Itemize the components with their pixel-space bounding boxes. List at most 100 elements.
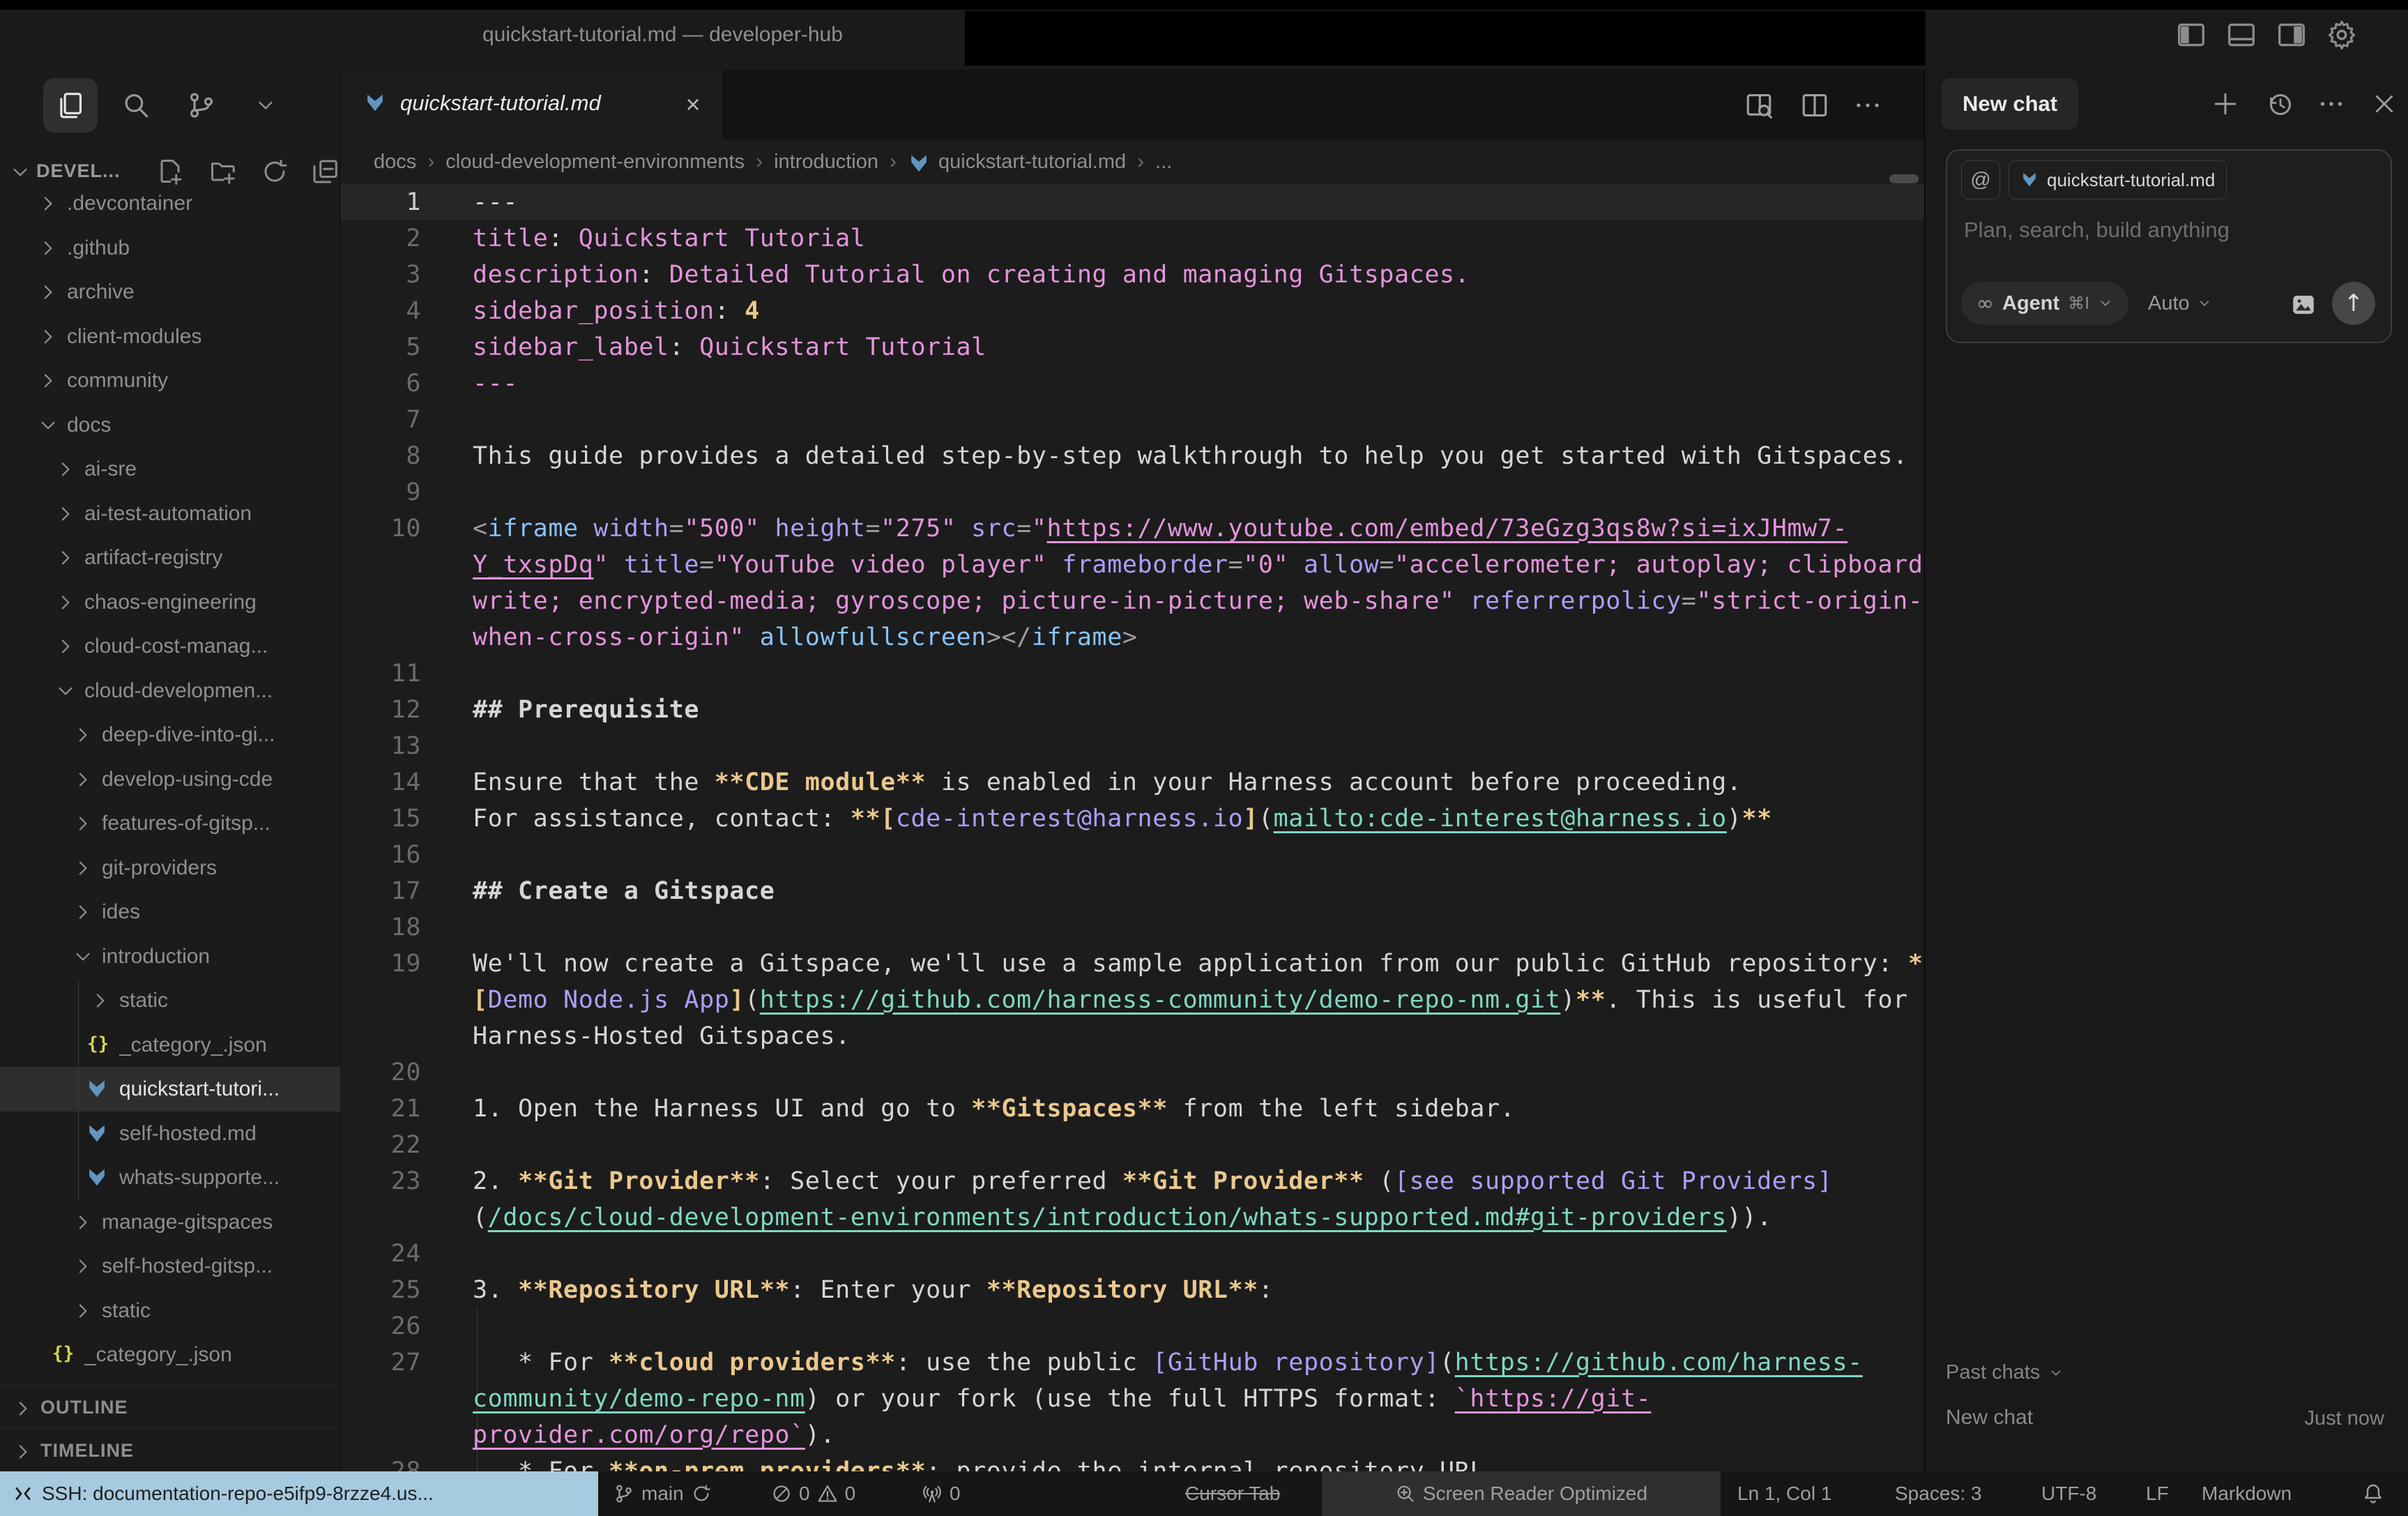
code-line-13[interactable]: 13: [340, 728, 1924, 764]
code-line-4[interactable]: 4sidebar_position: 4: [340, 293, 1924, 329]
tree-item-chaos-engineering[interactable]: chaos-engineering: [0, 580, 340, 625]
code-line-10-wrap2[interactable]: write; encrypted-media; gyroscope; pictu…: [340, 583, 1924, 619]
code-line-19-wrap2[interactable]: Harness-Hosted Gitspaces.: [340, 1018, 1924, 1054]
add-context-button[interactable]: @: [1961, 160, 2000, 199]
code-line-26[interactable]: 26: [340, 1308, 1924, 1344]
code-line-19-wrap1[interactable]: [Demo Node.js App](https://github.com/ha…: [340, 982, 1924, 1018]
code-line-14[interactable]: 14Ensure that the **CDE module** is enab…: [340, 764, 1924, 801]
more-actions-button[interactable]: [1852, 89, 1884, 121]
code-line-12[interactable]: 12## Prerequisite: [340, 692, 1924, 728]
code-line-19[interactable]: 19We'll now create a Gitspace, we'll use…: [340, 946, 1924, 982]
code-line-9[interactable]: 9: [340, 474, 1924, 510]
explorer-title[interactable]: DEVEL...: [36, 160, 121, 182]
context-chip[interactable]: quickstart-tutorial.md: [2009, 160, 2227, 199]
tree-item-cloud-cost-manag-[interactable]: cloud-cost-manag...: [0, 624, 340, 669]
tree-item-static[interactable]: static: [0, 978, 340, 1023]
activity-chevron-down[interactable]: [238, 78, 293, 132]
tree-item--github[interactable]: .github: [0, 226, 340, 271]
tab-quickstart-tutorial[interactable]: quickstart-tutorial.md ×: [340, 70, 722, 139]
language-mode[interactable]: Markdown: [2202, 1471, 2292, 1516]
code-line-17[interactable]: 17## Create a Gitspace: [340, 873, 1924, 909]
past-chats-toggle[interactable]: Past chats: [1946, 1361, 2064, 1384]
tree-item-ai-sre[interactable]: ai-sre: [0, 447, 340, 492]
layout-panel-button[interactable]: [2224, 17, 2259, 53]
close-button[interactable]: [2368, 88, 2400, 120]
code-line-8[interactable]: 8This guide provides a detailed step-by-…: [340, 438, 1924, 474]
activity-files[interactable]: [43, 78, 98, 132]
outline-section[interactable]: OUTLINE: [0, 1385, 340, 1429]
chat-tab-new-chat[interactable]: New chat: [1942, 78, 2078, 130]
tree-item--devcontainer[interactable]: .devcontainer: [0, 181, 340, 226]
indentation-status[interactable]: Spaces: 3: [1895, 1471, 1982, 1516]
remote-indicator[interactable]: SSH: documentation-repo-e5ifp9-8rzze4.us…: [0, 1471, 598, 1516]
tree-item-ides[interactable]: ides: [0, 890, 340, 934]
more-button[interactable]: [2315, 88, 2347, 120]
ports-status[interactable]: 0: [922, 1471, 961, 1516]
git-branch-status[interactable]: main: [614, 1471, 712, 1516]
breadcrumb-item[interactable]: cloud-development-environments: [445, 151, 745, 174]
code-line-24[interactable]: 24: [340, 1236, 1924, 1272]
code-line-1[interactable]: 1---: [340, 184, 1924, 220]
tree-item--category-json[interactable]: {}_category_.json: [0, 1333, 340, 1377]
tree-item-develop-using-cde[interactable]: develop-using-cde: [0, 757, 340, 802]
open-preview-button[interactable]: [1743, 89, 1775, 121]
code-line-2[interactable]: 2title: Quickstart Tutorial: [340, 220, 1924, 257]
tree-item-client-modules[interactable]: client-modules: [0, 314, 340, 359]
send-button[interactable]: ↑: [2332, 282, 2375, 325]
code-line-16[interactable]: 16: [340, 837, 1924, 873]
new-chat-button[interactable]: [2209, 88, 2241, 120]
code-line-10-wrap1[interactable]: Y_txspDq" title="YouTube video player" f…: [340, 547, 1924, 583]
tree-item-ai-test-automation[interactable]: ai-test-automation: [0, 492, 340, 536]
tree-item-archive[interactable]: archive: [0, 270, 340, 314]
tree-item-introduction[interactable]: introduction: [0, 934, 340, 979]
tree-item-deep-dive-into-gi-[interactable]: deep-dive-into-gi...: [0, 713, 340, 757]
tree-item-whats-supporte-[interactable]: whats-supporte...: [0, 1155, 340, 1200]
code-line-10[interactable]: 10<iframe width="500" height="275" src="…: [340, 510, 1924, 547]
breadcrumb-item[interactable]: docs: [374, 151, 416, 174]
agent-mode-selector[interactable]: ∞ Agent ⌘I: [1961, 282, 2128, 325]
code-line-10-wrap3[interactable]: when-cross-origin" allowfullscreen></ifr…: [340, 619, 1924, 655]
tree-item-self-hosted-md[interactable]: self-hosted.md: [0, 1112, 340, 1156]
settings-gear-button[interactable]: [2324, 17, 2359, 53]
code-line-18[interactable]: 18: [340, 909, 1924, 946]
chat-input-placeholder[interactable]: Plan, search, build anything: [1964, 218, 2230, 243]
code-line-3[interactable]: 3description: Detailed Tutorial on creat…: [340, 257, 1924, 293]
editor-scrollbar[interactable]: [1889, 174, 1919, 183]
tree-item-git-providers[interactable]: git-providers: [0, 846, 340, 890]
tree-item-community[interactable]: community: [0, 358, 340, 403]
notifications-bell[interactable]: [2362, 1471, 2384, 1516]
code-line-27-wrap1[interactable]: community/demo-repo-nm) or your fork (us…: [340, 1381, 1924, 1417]
code-line-22[interactable]: 22: [340, 1127, 1924, 1163]
code-line-11[interactable]: 11: [340, 655, 1924, 692]
close-tab-icon[interactable]: ×: [676, 88, 710, 121]
tree-item-features-of-gitsp-[interactable]: features-of-gitsp...: [0, 801, 340, 846]
tree-item-self-hosted-gitsp-[interactable]: self-hosted-gitsp...: [0, 1244, 340, 1289]
code-line-6[interactable]: 6---: [340, 365, 1924, 402]
encoding-status[interactable]: UTF-8: [2041, 1471, 2096, 1516]
layout-sidebar-right-button[interactable]: [2274, 17, 2309, 53]
chevron-down-icon[interactable]: [10, 162, 31, 183]
tree-item-manage-gitspaces[interactable]: manage-gitspaces: [0, 1200, 340, 1245]
chat-history-item[interactable]: New chat: [1946, 1406, 2033, 1430]
code-line-28[interactable]: 28 * For **on-prem providers**: provide …: [340, 1453, 1924, 1471]
history-button[interactable]: [2264, 88, 2296, 120]
screen-reader-status[interactable]: Screen Reader Optimized: [1322, 1471, 1721, 1516]
code-line-21[interactable]: 211. Open the Harness UI and go to **Git…: [340, 1091, 1924, 1127]
cursor-position[interactable]: Ln 1, Col 1: [1737, 1471, 1831, 1516]
code-line-5[interactable]: 5sidebar_label: Quickstart Tutorial: [340, 329, 1924, 365]
activity-source-control[interactable]: [174, 78, 229, 132]
code-line-7[interactable]: 7: [340, 402, 1924, 438]
model-selector[interactable]: Auto: [2148, 282, 2212, 325]
tree-item-static[interactable]: static: [0, 1289, 340, 1333]
tree-item-docs[interactable]: docs: [0, 403, 340, 448]
eol-status[interactable]: LF: [2146, 1471, 2169, 1516]
breadcrumb-item[interactable]: ...: [1155, 151, 1172, 174]
code-line-15[interactable]: 15For assistance, contact: **[cde-intere…: [340, 801, 1924, 837]
tree-item-cloud-developmen-[interactable]: cloud-developmen...: [0, 669, 340, 713]
breadcrumb-item[interactable]: introduction: [774, 151, 878, 174]
cursor-tab-status[interactable]: Cursor Tab: [1185, 1471, 1280, 1516]
activity-search[interactable]: [109, 78, 163, 132]
split-editor-button[interactable]: [1799, 89, 1831, 121]
chat-input-card[interactable]: @ quickstart-tutorial.md Plan, search, b…: [1946, 149, 2392, 343]
layout-sidebar-left-button[interactable]: [2174, 17, 2209, 53]
